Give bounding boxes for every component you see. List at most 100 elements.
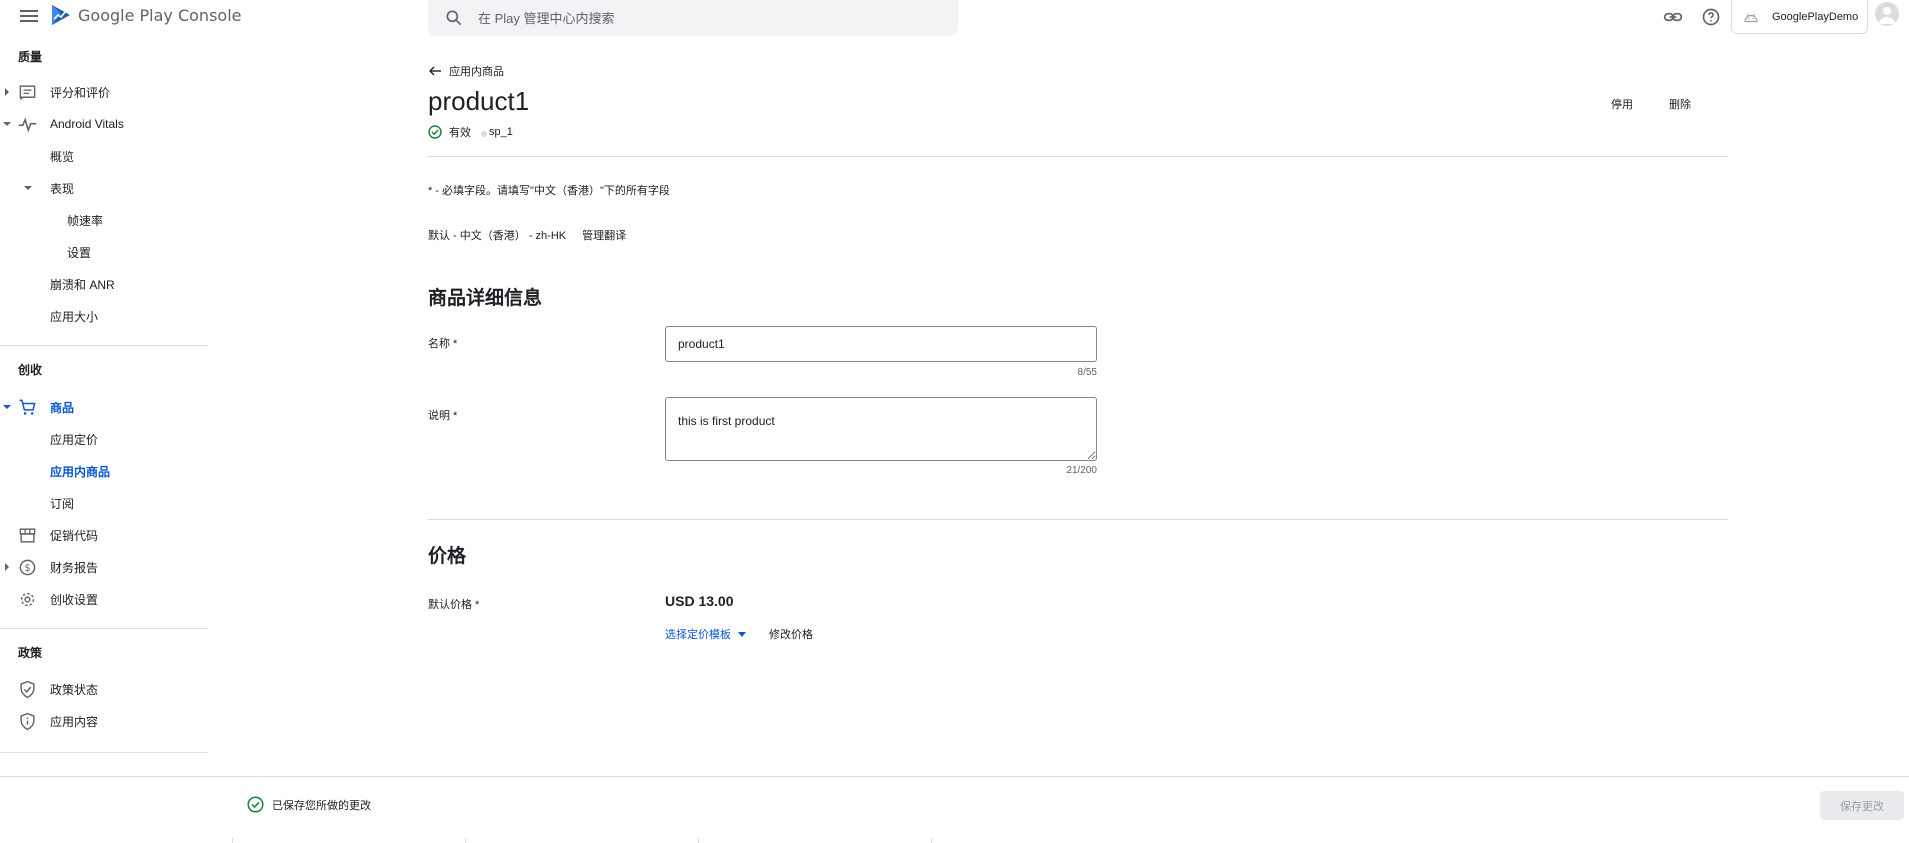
play-console-logo-icon (52, 5, 70, 25)
svg-text:$: $ (24, 563, 30, 574)
sidebar-item-label: 应用大小 (50, 309, 99, 324)
caret-down-icon (24, 186, 32, 190)
sidebar-item-label: 商品 (50, 400, 75, 415)
sidebar-item-performance[interactable]: 表现 (0, 174, 208, 202)
sidebar-item-subscriptions[interactable]: 订阅 (0, 489, 208, 517)
deactivate-button[interactable]: 停用 (1611, 96, 1633, 112)
ruler-tick (698, 838, 699, 843)
pricing-template-label: 选择定价模板 (665, 629, 731, 641)
ruler-tick (465, 838, 466, 843)
language-row: 默认 - 中文（香港） - zh-HK 管理翻译 (428, 227, 626, 243)
sidebar-item-label: 应用内容 (50, 714, 99, 729)
sidebar-item-label: 评分和评价 (50, 85, 111, 100)
sidebar-item-financial-reports[interactable]: $ 财务报告 (0, 553, 208, 581)
back-link[interactable]: 应用内商品 (428, 63, 504, 79)
sidebar-section-monetize: 创收 (18, 363, 43, 377)
sidebar-item-app-pricing[interactable]: 应用定价 (0, 425, 208, 453)
sidebar-item-in-app-products[interactable]: 应用内商品 (0, 457, 208, 485)
sidebar-item-settings[interactable]: 设置 (0, 238, 208, 266)
ruler-tick (931, 838, 932, 843)
default-price-label: 默认价格 * (428, 599, 480, 611)
back-link-label: 应用内商品 (449, 66, 504, 78)
name-char-counter: 8/55 (1077, 367, 1097, 378)
sidebar-item-label: 财务报告 (50, 560, 99, 575)
sidebar-item-label: 订阅 (50, 496, 75, 511)
sidebar-item-label: 崩溃和 ANR (50, 277, 115, 292)
manage-translations-link[interactable]: 管理翻译 (582, 227, 626, 243)
play-console-logo[interactable]: Google Play Console (49, 3, 241, 27)
price-heading: 价格 (428, 546, 467, 567)
sidebar-divider (0, 752, 208, 753)
gear-icon (20, 592, 35, 606)
description-char-counter: 21/200 (1066, 465, 1097, 476)
menu-icon[interactable] (20, 8, 38, 26)
description-label: 说明 * (428, 410, 458, 422)
sidebar-section-quality: 质量 (18, 50, 43, 64)
delete-button[interactable]: 删除 (1669, 96, 1691, 112)
save-status: 已保存您所做的更改 (247, 796, 371, 813)
dollar-icon: $ (19, 559, 36, 575)
arrow-back-icon (429, 66, 441, 76)
caret-down-icon (3, 122, 11, 126)
save-changes-button[interactable]: 保存更改 (1820, 791, 1904, 820)
default-price-value: USD 13.00 (665, 593, 734, 609)
edit-price-link[interactable]: 修改价格 (769, 626, 813, 642)
description-textarea[interactable]: this is first product (665, 397, 1097, 461)
rating-icon (19, 84, 36, 100)
sidebar-item-ratings[interactable]: 评分和评价 (0, 78, 208, 106)
sidebar-divider (0, 628, 208, 629)
default-language: 默认 - 中文（香港） - zh-HK (428, 230, 567, 242)
separator-dot (481, 131, 487, 137)
store-icon (19, 527, 36, 543)
sidebar-item-android-vitals[interactable]: Android Vitals (0, 110, 208, 138)
search-input[interactable] (478, 10, 918, 26)
sidebar: 质量 评分和评价 Android Vitals 概览 表现 帧速率 设置 崩溃和… (0, 36, 208, 776)
caret-right-icon (5, 88, 9, 96)
product-details-heading: 商品详细信息 (428, 288, 543, 309)
avatar-icon (1879, 7, 1895, 24)
link-icon[interactable] (1663, 7, 1683, 27)
required-fields-note: * - 必填字段。请填写"中文（香港）"下的所有字段 (428, 185, 670, 197)
pricing-template-dropdown[interactable]: 选择定价模板 (665, 626, 746, 642)
sidebar-item-label: 表现 (50, 181, 75, 196)
search-icon (446, 10, 462, 26)
sidebar-item-app-content[interactable]: 应用内容 (0, 707, 208, 735)
search-bar[interactable] (428, 0, 958, 36)
top-bar: Google Play Console GooglePlayDemo (0, 0, 1909, 36)
sidebar-item-promo-codes[interactable]: 促销代码 (0, 521, 208, 549)
account-switcher[interactable]: GooglePlayDemo (1731, 0, 1868, 34)
cart-icon (19, 399, 36, 415)
sidebar-item-label: 帧速率 (67, 213, 104, 228)
section-divider (428, 519, 1728, 520)
sidebar-item-frame-rate[interactable]: 帧速率 (0, 206, 208, 234)
logo-text: Google Play Console (78, 5, 242, 25)
product-status: 有效 sp_1 (428, 124, 513, 140)
android-app-icon (1744, 13, 1758, 22)
product-id: sp_1 (489, 126, 513, 138)
sidebar-section-policy: 政策 (18, 646, 43, 660)
help-icon[interactable] (1701, 7, 1721, 27)
sidebar-item-label: 应用定价 (50, 432, 99, 447)
sidebar-item-crashes-anr[interactable]: 崩溃和 ANR (0, 270, 208, 298)
sidebar-item-label: 促销代码 (50, 528, 99, 543)
sidebar-item-policy-status[interactable]: 政策状态 (0, 675, 208, 703)
sidebar-item-label: 创收设置 (50, 592, 99, 607)
sidebar-item-products[interactable]: 商品 (0, 393, 208, 421)
user-avatar[interactable] (1875, 2, 1899, 26)
name-input[interactable] (665, 326, 1097, 362)
saved-text: 已保存您所做的更改 (272, 799, 371, 812)
sidebar-item-label: Android Vitals (50, 117, 124, 131)
header-divider (428, 156, 1728, 157)
account-name: GooglePlayDemo (1772, 10, 1859, 23)
sidebar-item-overview[interactable]: 概览 (0, 142, 208, 170)
page-title: product1 (428, 86, 530, 116)
vitals-icon (18, 116, 37, 132)
sidebar-item-label: 政策状态 (50, 682, 99, 697)
dropdown-arrow-icon (738, 631, 746, 637)
sidebar-item-app-size[interactable]: 应用大小 (0, 302, 208, 330)
sidebar-item-monetization-settings[interactable]: 创收设置 (0, 585, 208, 613)
sidebar-divider (0, 345, 208, 346)
caret-right-icon (5, 563, 9, 571)
name-label: 名称 * (428, 338, 458, 350)
shield-icon (20, 680, 35, 698)
